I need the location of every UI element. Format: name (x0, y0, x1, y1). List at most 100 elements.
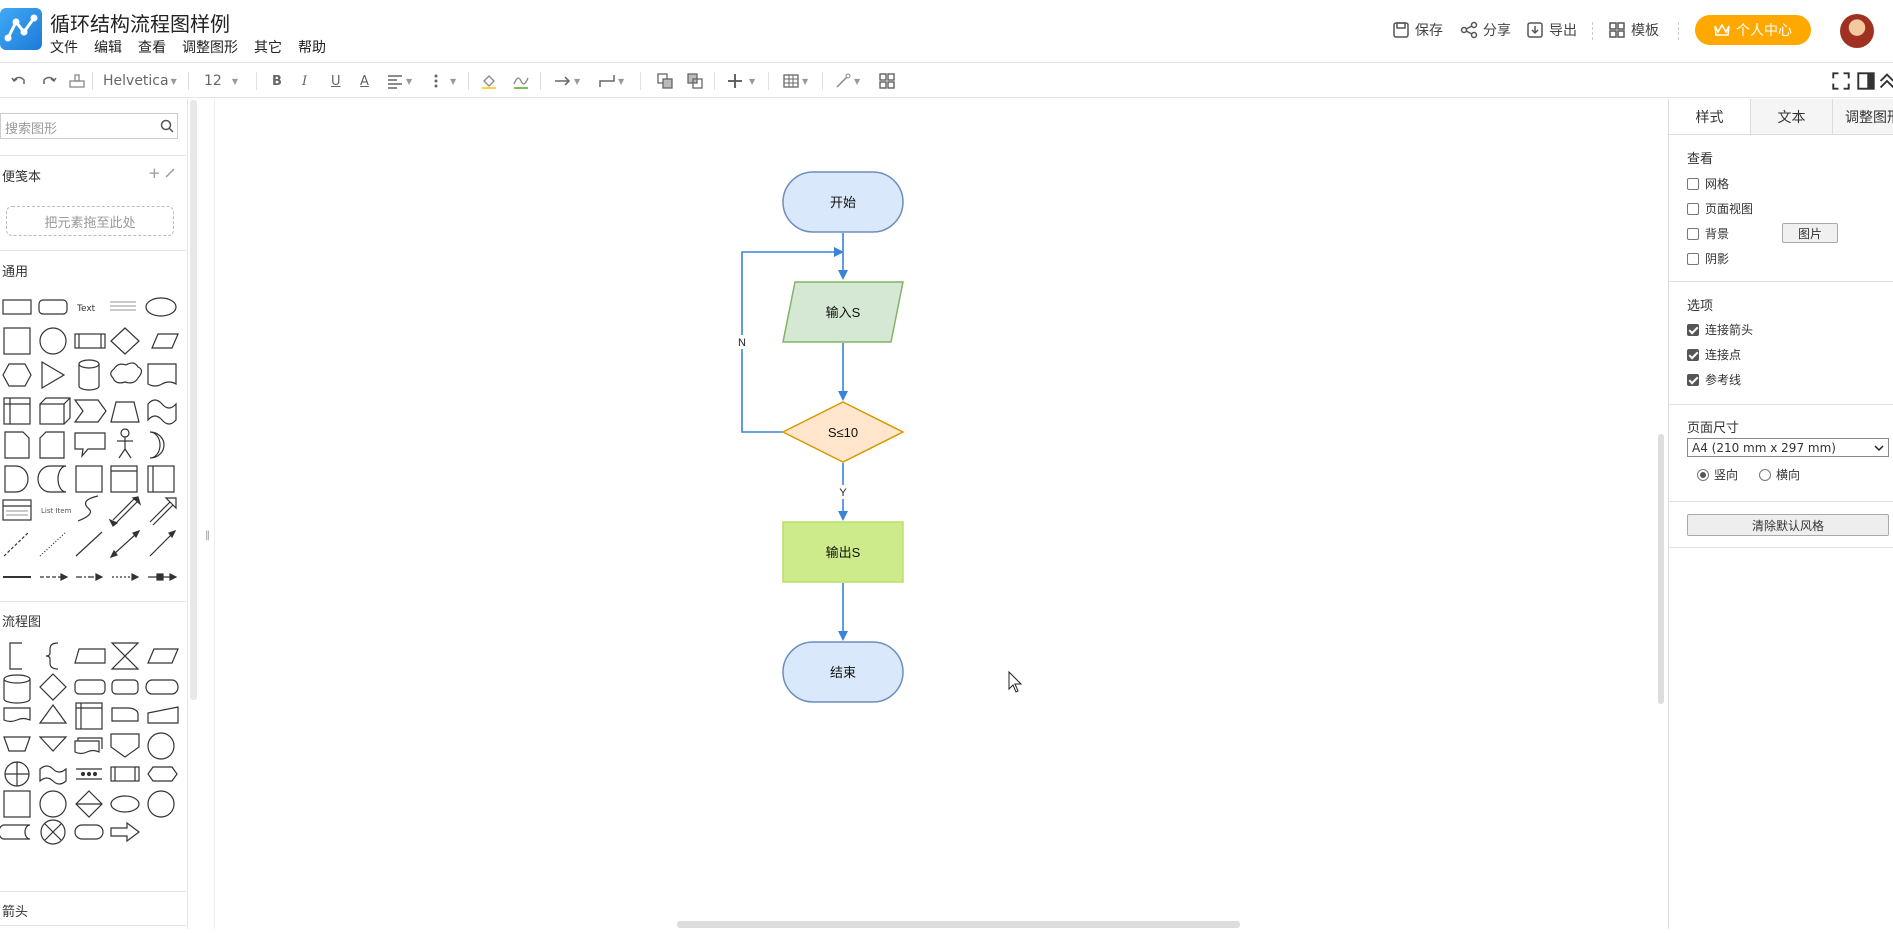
general-section-title[interactable]: 通用 (2, 261, 28, 280)
shadow-option[interactable]: 阴影 (1687, 250, 1729, 267)
shape-decision[interactable] (39, 673, 67, 701)
share-button[interactable]: 分享 (1460, 20, 1511, 40)
shape-off-page-reference[interactable] (110, 733, 140, 758)
font-color-button[interactable]: A (360, 71, 369, 91)
guides-checkbox[interactable] (1687, 373, 1699, 386)
shape-step[interactable] (73, 399, 107, 423)
shape-cylinder[interactable] (78, 359, 100, 391)
shape-internal-storage-flow[interactable] (75, 702, 103, 730)
line-color-button[interactable] (512, 71, 530, 91)
arrows-section-title[interactable]: 箭头 (2, 901, 28, 920)
shape-loop-limit[interactable] (111, 707, 139, 722)
shape-sequential-data[interactable] (39, 790, 67, 818)
toggle-panel-button[interactable] (1857, 71, 1875, 91)
grid-checkbox[interactable] (1687, 177, 1699, 190)
shape-database[interactable] (3, 674, 31, 704)
page-view-checkbox[interactable] (1687, 202, 1699, 215)
shape-tape[interactable] (147, 399, 177, 425)
shape-annotation-brace[interactable] (45, 642, 59, 670)
menu-arrange[interactable]: 调整图形 (182, 37, 238, 57)
edit-style-button[interactable]: ▼ (834, 71, 860, 91)
tab-style[interactable]: 样式 (1669, 99, 1751, 134)
shape-square[interactable] (3, 327, 31, 355)
shape-bidirectional-arrow[interactable] (108, 496, 142, 527)
user-avatar[interactable] (1840, 14, 1874, 48)
shape-text[interactable]: Text (76, 304, 96, 314)
fill-color-button[interactable] (480, 71, 498, 91)
personal-center-button[interactable]: 个人中心 (1695, 15, 1811, 45)
landscape-option[interactable]: 横向 (1759, 466, 1800, 483)
fullscreen-button[interactable] (1832, 71, 1850, 91)
save-button[interactable]: 保存 (1392, 20, 1443, 40)
undo-button[interactable] (10, 71, 28, 91)
sidebar-resize-handle[interactable]: ‖ (205, 530, 210, 541)
shape-start-end[interactable] (110, 795, 140, 813)
shape-manual-input[interactable] (74, 648, 106, 664)
shape-extract[interactable] (38, 703, 68, 724)
font-size-select[interactable]: 12 ▼ (204, 71, 238, 91)
shape-dotted-line[interactable] (39, 531, 67, 557)
shape-connector[interactable] (147, 732, 175, 760)
grid-option[interactable]: 网格 (1687, 175, 1729, 192)
shape-line[interactable] (75, 531, 103, 557)
shape-or-flow[interactable] (4, 761, 30, 787)
waypoint-style-button[interactable]: ▼ (598, 71, 624, 91)
to-back-button[interactable] (686, 71, 704, 91)
shape-rounded-rectangle[interactable] (38, 299, 68, 315)
background-checkbox[interactable] (1687, 227, 1699, 240)
shape-ellipse[interactable] (145, 297, 177, 317)
shape-data-storage[interactable] (37, 465, 67, 493)
landscape-radio[interactable] (1759, 468, 1771, 481)
underline-button[interactable]: U (331, 71, 341, 91)
shape-diamond[interactable] (110, 327, 140, 355)
shadow-checkbox[interactable] (1687, 252, 1699, 265)
connection-points-checkbox[interactable] (1687, 348, 1699, 361)
shape-preparation[interactable] (147, 766, 178, 782)
shape-document[interactable] (147, 363, 177, 387)
shape-curve[interactable] (77, 495, 99, 522)
shape-dashed-line[interactable] (3, 531, 30, 557)
shape-dash-arrow[interactable] (40, 573, 69, 581)
align-button[interactable]: ▼ (386, 71, 412, 91)
shape-summing-circle[interactable] (147, 790, 175, 818)
shape-collate[interactable] (110, 642, 140, 670)
shape-rectangle[interactable] (2, 299, 32, 315)
shape-direct-data[interactable] (111, 679, 139, 695)
page-view-option[interactable]: 页面视图 (1687, 200, 1753, 217)
shape-paper-tape[interactable] (39, 765, 67, 785)
shape-summing-junction[interactable] (40, 819, 66, 845)
app-logo[interactable] (0, 8, 42, 50)
diagram-canvas[interactable]: N Y 开始 输入S S≤10 输出S 结束 (214, 99, 1664, 929)
layout-button[interactable] (878, 71, 896, 91)
bold-button[interactable]: B (272, 71, 282, 91)
edge-label-no[interactable]: N (738, 337, 746, 349)
shape-predefined-process-dots[interactable] (76, 768, 102, 780)
insert-button[interactable]: ▼ (726, 71, 755, 91)
shape-search-input[interactable]: 搜索图形 (0, 113, 178, 139)
background-option[interactable]: 背景 (1687, 225, 1729, 242)
to-front-button[interactable] (656, 71, 674, 91)
shape-process-flow[interactable] (3, 790, 31, 818)
portrait-option[interactable]: 竖向 (1697, 466, 1738, 483)
shape-dash-dot-arrow[interactable] (76, 573, 104, 581)
menu-edit[interactable]: 编辑 (94, 37, 122, 57)
flowchart-section-title[interactable]: 流程图 (2, 611, 41, 630)
connection-arrows-option[interactable]: 连接箭头 (1687, 321, 1753, 338)
canvas-vertical-scrollbar[interactable] (1658, 434, 1664, 704)
shape-cube[interactable] (39, 397, 71, 425)
menu-file[interactable]: 文件 (50, 37, 78, 57)
background-image-button[interactable]: 图片 (1782, 223, 1838, 243)
scratchpad-dropzone[interactable]: 把元素拖至此处 (6, 206, 174, 236)
shape-multi-document[interactable] (74, 737, 103, 755)
shape-annotation-bracket[interactable] (9, 642, 22, 670)
search-icon[interactable] (160, 119, 174, 133)
italic-button[interactable]: I (302, 71, 307, 91)
export-button[interactable]: 导出 (1526, 20, 1577, 40)
shape-merge[interactable] (38, 736, 68, 752)
canvas-horizontal-scrollbar[interactable] (677, 921, 1240, 928)
collapse-button[interactable] (1878, 71, 1893, 91)
clear-default-style-button[interactable]: 清除默认风格 (1687, 514, 1889, 536)
scratchpad-add-button[interactable]: + (148, 164, 161, 182)
tab-text[interactable]: 文本 (1751, 99, 1833, 134)
shape-manual-operation[interactable] (147, 706, 179, 724)
